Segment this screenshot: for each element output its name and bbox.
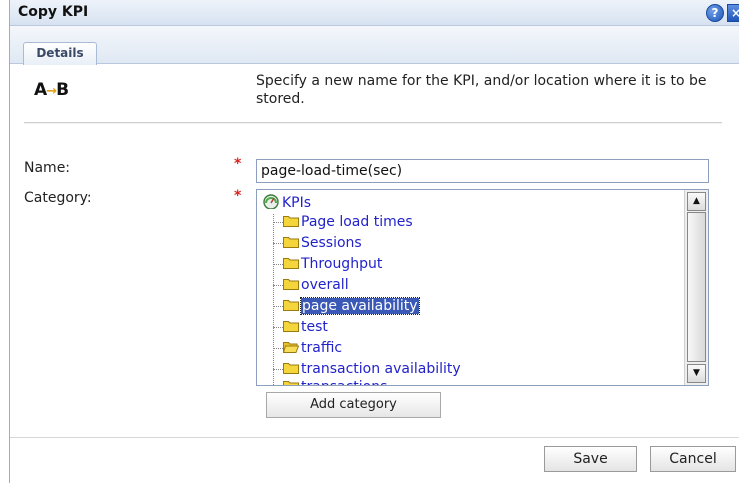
tree-item-label: Sessions [301,235,362,251]
tree-root-kpis[interactable]: KPIs [263,194,311,211]
tree-connector [273,263,283,265]
a-to-b-logo: A→B [34,80,69,100]
tree-item-label: transaction availability [301,361,461,377]
cancel-button[interactable]: Cancel [650,446,736,472]
tree-connector [273,326,283,328]
name-input[interactable] [256,159,709,183]
close-icon[interactable]: × [727,4,739,22]
scroll-up-icon[interactable]: ▲ [687,192,706,211]
tree-connector [273,347,283,349]
folder-icon [283,279,299,290]
add-category-button[interactable]: Add category [266,392,441,418]
tree-item-label: test [301,319,328,335]
tree-item-label: transactions [301,379,387,385]
open-folder-icon [283,342,299,353]
tree-item[interactable]: Throughput [267,256,382,276]
logo-letter-b: B [56,80,69,100]
category-required-marker: * [234,188,242,204]
tab-strip: Details [10,26,739,65]
tree-item[interactable]: Sessions [267,235,362,255]
category-label: Category: [24,190,92,206]
tree-item[interactable]: traffic [267,340,342,360]
logo-arrow-icon: → [46,84,57,99]
tree-connector [273,368,283,370]
folder-icon [283,321,299,332]
tree-item[interactable]: transactions [267,379,387,385]
tree-connector [273,221,283,223]
gauge-icon [263,194,279,209]
folder-icon [283,258,299,269]
tree-item-selected[interactable]: page availability [267,297,420,318]
tree-connector [273,242,283,244]
tree-item[interactable]: Page load times [267,214,413,234]
folder-icon [283,216,299,227]
scroll-down-icon[interactable]: ▼ [687,364,706,383]
tree-item[interactable]: transaction availability [267,361,461,381]
tree-content: KPIs Page load times Sessions Throughput… [257,190,685,385]
footer-divider [10,437,739,438]
tree-item[interactable]: test [267,319,328,339]
tree-item-label: Page load times [301,214,413,230]
instruction-text: Specify a new name for the KPI, and/or l… [256,73,707,107]
logo-letter-a: A [34,80,47,100]
folder-icon [283,300,299,311]
tree-item-label: page availability [300,297,420,315]
tree-item-label: Throughput [301,256,383,272]
help-icon[interactable]: ? [706,4,724,22]
name-required-marker: * [234,156,242,172]
tree-scrollbar[interactable]: ▲ ▼ [684,190,708,385]
folder-icon [283,237,299,248]
folder-icon [283,363,299,374]
name-label: Name: [24,160,71,176]
tree-item-label: overall [301,277,349,293]
tab-details[interactable]: Details [23,42,97,65]
tree-item-label: traffic [301,340,343,356]
dialog-title: Copy KPI [18,4,89,20]
tree-connector [273,305,283,307]
tree-connector [273,284,283,286]
copy-kpi-dialog: Copy KPI ? × Details A→B Specify a new n… [9,0,739,483]
tree-item[interactable]: overall [267,277,349,297]
category-tree: KPIs Page load times Sessions Throughput… [256,189,709,386]
save-button[interactable]: Save [544,446,637,472]
divider [24,122,722,124]
tree-root-label: KPIs [282,195,312,211]
folder-icon [283,381,299,385]
title-bar: Copy KPI ? × [10,0,739,26]
scroll-thumb[interactable] [687,212,706,362]
